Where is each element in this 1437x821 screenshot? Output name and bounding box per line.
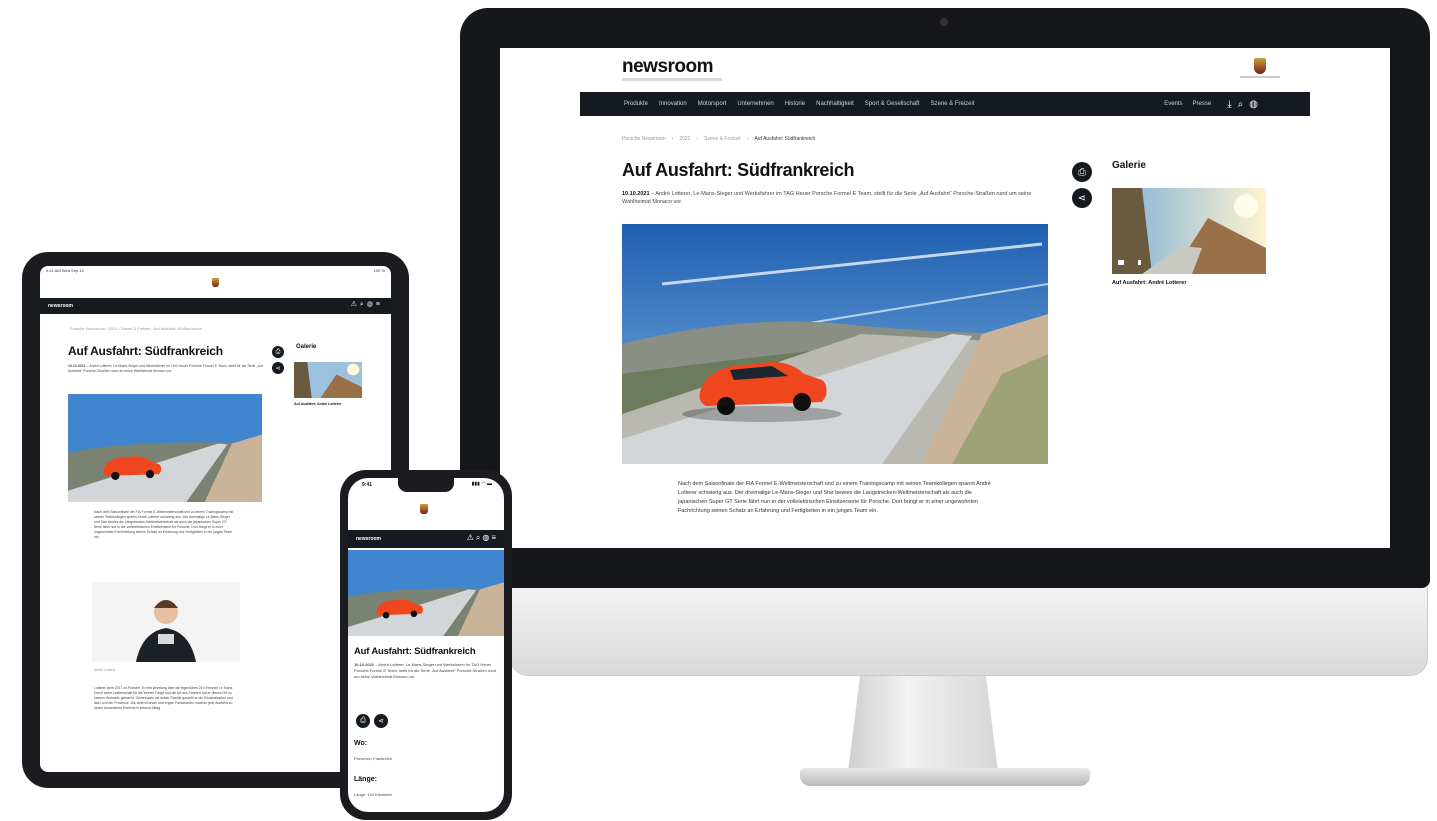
desktop-screen: newsroom Produkte Innovation Motorsport … — [500, 48, 1390, 548]
nav-item-nachhaltigkeit[interactable]: Nachhaltigkeit — [816, 101, 854, 107]
gallery-photo — [1112, 188, 1266, 274]
article-body: Nach dem Saisonfinale der FIA Formel E-W… — [678, 481, 991, 514]
camera-icon — [1118, 260, 1124, 265]
tablet-article-date: 10.10.2021 — [68, 364, 86, 368]
phone-hero-photo — [348, 550, 504, 636]
porsche-crest-icon[interactable] — [1254, 58, 1266, 74]
phone-article-title: Auf Ausfahrt: Südfrankreich — [354, 646, 476, 657]
gallery-image[interactable] — [1112, 188, 1266, 274]
imac-base — [800, 768, 1090, 786]
phone-length-value: Länge: 120 Kilometer — [354, 792, 393, 797]
tablet-article-title: Auf Ausfahrt: Südfrankreich — [68, 344, 223, 358]
article-lead-text: André Lotterer, Le-Mans-Sieger und Werks… — [622, 191, 1032, 205]
phone-nav-logo[interactable]: newsroom — [356, 536, 381, 542]
phone-share-button[interactable]: ⋖ — [374, 714, 388, 728]
tablet-gallery-caption: Auf Ausfahrt: André Lotterer — [294, 402, 342, 406]
porsche-crest-icon[interactable] — [420, 504, 428, 514]
gallery-title: Galerie — [1112, 160, 1146, 171]
tablet-portrait-image[interactable] — [92, 582, 240, 662]
nav-item-motorsport[interactable]: Motorsport — [698, 101, 727, 107]
driver-portrait — [92, 582, 240, 662]
tablet-article-body: Nach dem Saisonfinale der FIA Formel E-W… — [94, 510, 234, 539]
gallery-caption: Auf Ausfahrt: André Lotterer — [1112, 280, 1187, 286]
download-icon — [1138, 260, 1141, 265]
article-title: Auf Ausfahrt: Südfrankreich — [622, 160, 855, 180]
nav-item-sport[interactable]: Sport & Gesellschaft — [865, 101, 920, 107]
tablet-share-button[interactable]: ⋖ — [272, 362, 284, 374]
tablet-gallery-title: Galerie — [296, 344, 317, 350]
breadcrumb-item[interactable]: Porsche Newsroom — [622, 136, 666, 142]
breadcrumb-item[interactable]: 2021 — [679, 136, 690, 142]
breadcrumb-current: Auf Ausfahrt: Südfrankreich — [754, 136, 816, 142]
webcam — [940, 18, 948, 26]
phone-nav-icons[interactable]: ⚠⌕◍≡ — [467, 533, 498, 543]
porsche-wordmark — [1240, 76, 1280, 78]
main-navbar: Produkte Innovation Motorsport Unternehm… — [580, 92, 1310, 116]
download-icon[interactable]: ⤓ — [1227, 99, 1231, 110]
tablet-screen: 9:41 AM Wed Sep 14 100 % newsroom ⚠⌕◍≡ P… — [40, 266, 391, 772]
tablet-gallery-photo — [294, 362, 362, 398]
phone-status-time: 9:41 — [362, 482, 373, 488]
newsroom-logo[interactable]: newsroom — [622, 56, 714, 78]
print-button[interactable]: ⎙ — [1072, 162, 1092, 182]
phone-where-label: Wo: — [354, 740, 368, 747]
nav-item-events[interactable]: Events — [1164, 101, 1182, 107]
nav-item-szene[interactable]: Szene & Freizeit — [931, 101, 975, 107]
tablet-article-body-2: Lotterer zieht 2017 zu Porsche. Er lebt … — [94, 686, 234, 710]
phone-print-button[interactable]: ⎙ — [356, 714, 370, 728]
hero-photo — [622, 224, 1048, 464]
breadcrumb: Porsche Newsroom › 2021 › Szene & Freizeit… — [622, 136, 816, 142]
imac-chin — [510, 588, 1428, 676]
share-icon: ⋖ — [275, 365, 281, 372]
iphone-frame: 9:41 ▮▮▮ ◠ ▬ newsroom ⚠⌕◍≡ Auf Ausfahrt:… — [340, 470, 512, 820]
nav-item-unternehmen[interactable]: Unternehmen — [737, 101, 773, 107]
imac-stand — [848, 676, 998, 772]
phone-notch — [398, 478, 454, 492]
nav-item-innovation[interactable]: Innovation — [659, 101, 687, 107]
tablet-nav-logo[interactable]: newsroom — [48, 303, 73, 309]
nav-item-historie[interactable]: Historie — [785, 101, 805, 107]
porsche-crest-icon[interactable] — [212, 278, 219, 287]
tablet-hero-image[interactable] — [68, 394, 262, 502]
search-icon[interactable]: ⌕ — [1238, 99, 1244, 110]
article-lead: 10.10.2021 – André Lotterer, Le-Mans-Sie… — [622, 191, 1032, 205]
breadcrumb-item[interactable]: Szene & Freizeit — [704, 136, 741, 142]
globe-icon[interactable]: ◍ — [1249, 99, 1258, 110]
phone-article-date: 10.10.2021 — [354, 662, 375, 667]
tablet-nav-icons[interactable]: ⚠⌕◍≡ — [351, 300, 383, 309]
print-icon: ⎙ — [275, 348, 281, 355]
phone-length-label: Länge: — [354, 776, 377, 783]
phone-navbar: newsroom ⚠⌕◍≡ — [348, 530, 504, 548]
nav-item-presse[interactable]: Presse — [1193, 101, 1212, 107]
print-icon: ⎙ — [360, 717, 366, 724]
print-icon: ⎙ — [1078, 166, 1086, 178]
tablet-print-button[interactable]: ⎙ — [272, 346, 284, 358]
tablet-status-time: 9:41 AM Wed Sep 14 — [46, 268, 84, 273]
nav-item-produkte[interactable]: Produkte — [624, 101, 648, 107]
phone-article-lead: 10.10.2021 – André Lotterer, Le-Mans-Sie… — [354, 662, 496, 679]
logo-subline — [622, 78, 722, 81]
tablet-breadcrumb[interactable]: Porsche Newsroom › 2021 › Szene & Freize… — [70, 326, 202, 331]
article-date: 10.10.2021 — [622, 191, 650, 197]
share-icon: ⋖ — [378, 718, 384, 725]
hero-image[interactable] — [622, 224, 1048, 464]
tablet-status-battery: 100 % — [373, 268, 385, 273]
phone-status-icons: ▮▮▮ ◠ ▬ — [471, 481, 492, 487]
phone-hero-image[interactable] — [348, 550, 504, 636]
tablet-photo-credit: André Lotterer — [94, 668, 116, 672]
tablet-lead-text: André Lotterer, Le-Mans-Sieger und Werks… — [68, 364, 263, 373]
tablet-hero-photo — [68, 394, 262, 502]
share-button[interactable]: ⋖ — [1072, 188, 1092, 208]
tablet-navbar: newsroom ⚠⌕◍≡ — [40, 298, 391, 314]
imac-frame: newsroom Produkte Innovation Motorsport … — [460, 8, 1430, 588]
phone-where-value: Provence, Frankreich — [354, 756, 393, 761]
nav-right-group: Events Presse ⤓ ⌕ ◍ — [1164, 92, 1258, 116]
tablet-gallery-image[interactable] — [294, 362, 362, 398]
tablet-article-lead: 10.10.2021 – André Lotterer, Le-Mans-Sie… — [68, 364, 263, 373]
share-icon: ⋖ — [1077, 192, 1087, 204]
desktop-page: newsroom Produkte Innovation Motorsport … — [580, 48, 1310, 548]
phone-screen: 9:41 ▮▮▮ ◠ ▬ newsroom ⚠⌕◍≡ Auf Ausfahrt:… — [348, 478, 504, 812]
